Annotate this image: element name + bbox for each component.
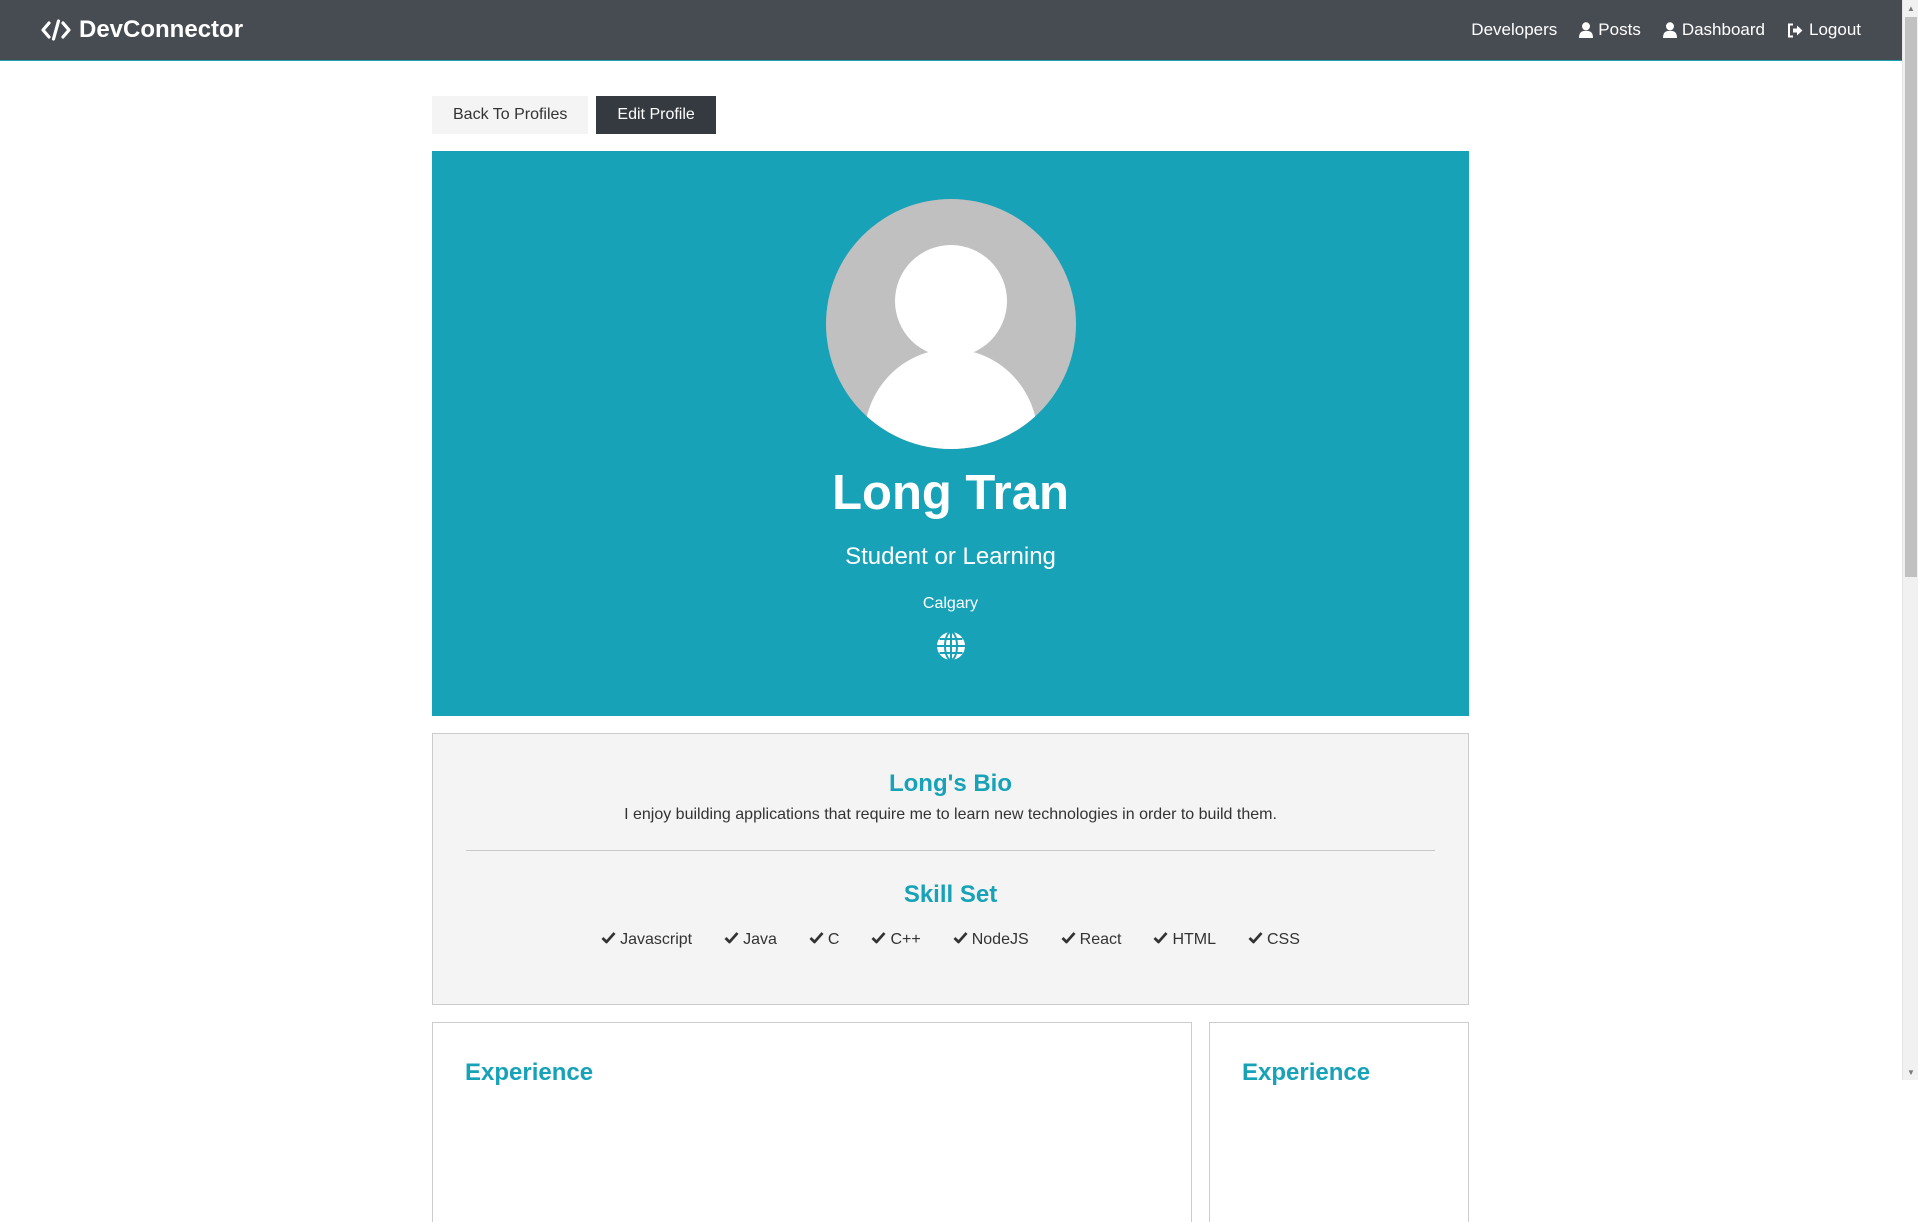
edit-profile-button[interactable]: Edit Profile xyxy=(596,96,716,134)
scroll-thumb[interactable] xyxy=(1905,17,1917,577)
skill-item: HTML xyxy=(1153,931,1216,949)
check-icon xyxy=(601,931,616,949)
nav-posts-label: Posts xyxy=(1598,20,1641,39)
skill-label: Java xyxy=(743,931,777,948)
profile-top: Long Tran Student or Learning Calgary xyxy=(432,151,1469,716)
skill-item: Javascript xyxy=(601,931,692,949)
profile-location: Calgary xyxy=(922,594,979,612)
check-icon xyxy=(724,931,739,949)
profile-about: Long's Bio I enjoy building applications… xyxy=(432,733,1469,1005)
skill-label: NodeJS xyxy=(971,931,1029,948)
skill-label: React xyxy=(1079,931,1122,948)
brand-link[interactable]: DevConnector xyxy=(41,16,243,44)
navbar: DevConnector Developers Posts Dashboard xyxy=(0,0,1902,61)
second-section-title: Experience xyxy=(1242,1059,1371,1086)
check-icon xyxy=(1153,931,1168,949)
skill-item: C++ xyxy=(871,931,921,949)
nav-logout[interactable]: Logout xyxy=(1787,16,1861,44)
nav-posts[interactable]: Posts xyxy=(1579,16,1641,44)
experience-title: Experience xyxy=(465,1059,594,1086)
profile-sections: Experience Experience xyxy=(432,1022,1469,1222)
avatar-body xyxy=(863,349,1038,449)
nav-developers[interactable]: Developers xyxy=(1471,16,1557,44)
skill-label: C xyxy=(827,931,840,948)
check-icon xyxy=(871,931,887,949)
bio-text: I enjoy building applications that requi… xyxy=(624,806,1277,823)
brand-name: DevConnector xyxy=(79,16,244,43)
avatar xyxy=(825,199,1076,449)
nav-logout-label: Logout xyxy=(1809,20,1861,39)
page-scrollbar[interactable]: ▲ ▼ xyxy=(1902,0,1918,1080)
profile-container: Back To Profiles Edit Profile Long Tran … xyxy=(432,96,1469,1222)
profile-name: Long Tran xyxy=(832,466,1069,520)
profile-status: Student or Learning xyxy=(845,542,1056,570)
action-buttons: Back To Profiles Edit Profile xyxy=(432,96,1469,134)
check-icon xyxy=(953,931,968,949)
skill-item: Java xyxy=(724,931,777,949)
bio-title: Long's Bio xyxy=(888,770,1013,797)
nav-dashboard[interactable]: Dashboard xyxy=(1662,16,1765,44)
sign-out-icon xyxy=(1787,23,1804,38)
profile-social-links xyxy=(935,630,967,662)
user-icon xyxy=(1579,22,1594,38)
user-icon xyxy=(1662,22,1677,38)
nav-links: Developers Posts Dashboard Logout xyxy=(1471,16,1861,44)
check-icon xyxy=(1061,931,1076,949)
skill-item: NodeJS xyxy=(953,931,1029,949)
code-icon xyxy=(41,19,71,41)
skill-item: C xyxy=(809,931,840,949)
nav-developers-label: Developers xyxy=(1471,20,1558,39)
scroll-down-arrow-icon[interactable]: ▼ xyxy=(1903,1064,1918,1080)
back-to-profiles-button[interactable]: Back To Profiles xyxy=(432,96,589,134)
skill-label: HTML xyxy=(1172,931,1216,948)
skill-label: CSS xyxy=(1267,931,1300,948)
scroll-up-arrow-icon[interactable]: ▲ xyxy=(1903,0,1918,16)
avatar-head xyxy=(894,245,1007,357)
skills-title: Skill Set xyxy=(903,881,998,908)
globe-icon[interactable] xyxy=(935,630,967,662)
skill-label: Javascript xyxy=(620,931,693,948)
nav-dashboard-label: Dashboard xyxy=(1681,20,1765,39)
second-section-card: Experience xyxy=(1209,1022,1469,1222)
skill-item: CSS xyxy=(1248,931,1300,949)
experience-card: Experience xyxy=(432,1022,1192,1222)
check-icon xyxy=(809,931,824,949)
skills-list: Javascript Java C C++ NodeJS React HTML … xyxy=(601,931,1300,949)
skill-label: C++ xyxy=(890,931,921,948)
check-icon xyxy=(1248,931,1263,949)
skill-item: React xyxy=(1061,931,1122,949)
divider xyxy=(466,850,1435,851)
